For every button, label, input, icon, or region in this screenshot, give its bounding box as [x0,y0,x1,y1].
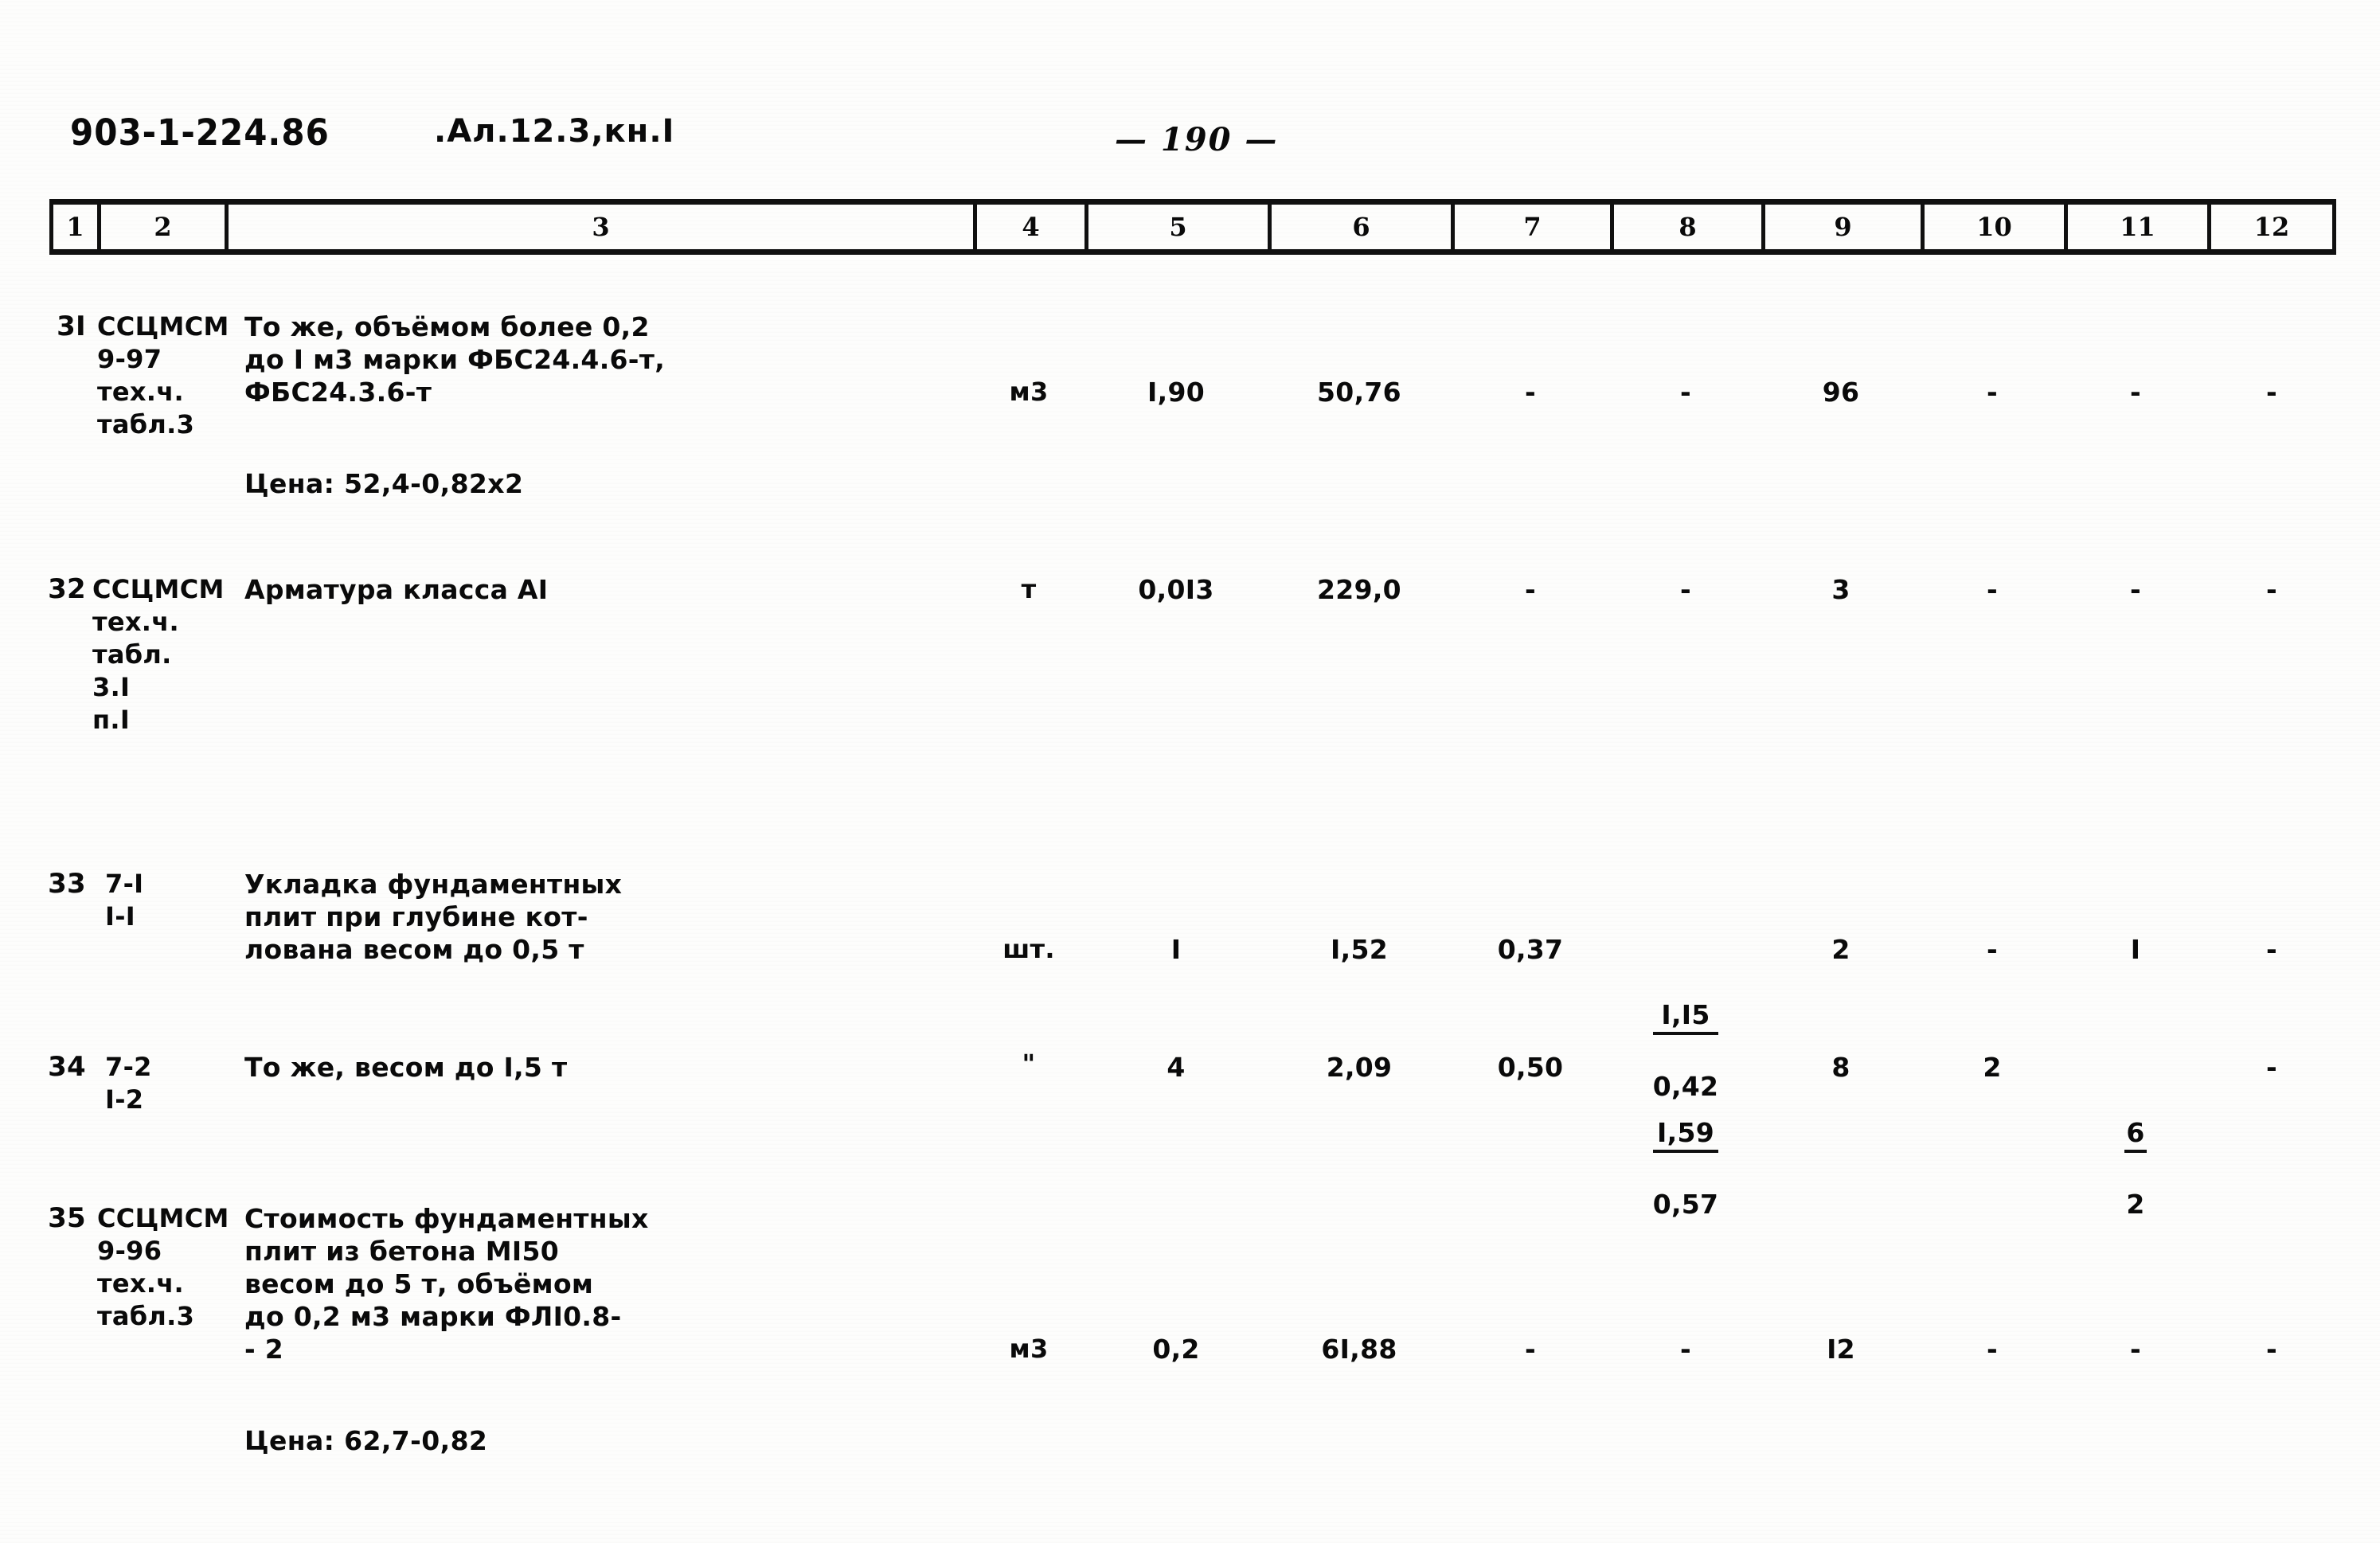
row-col7: - [1525,574,1536,605]
row-unit: м3 [1009,1334,1049,1364]
row-unit: т [1021,574,1037,604]
row-col11: - [2130,574,2141,605]
document-header: 903-1-224.86 .Ал.12.3,кн.I — 190 — [0,111,2380,167]
row-col6: I,52 [1331,934,1388,965]
row-col9: I2 [1827,1334,1855,1365]
row-unit: " [1022,1049,1036,1079]
column-number-12: 12 [2207,205,2336,249]
column-number-6: 6 [1268,205,1451,249]
column-number-10: 10 [1921,205,2064,249]
column-number-3: 3 [225,205,973,249]
row-col12: - [2266,377,2277,408]
fraction-denominator: 0,57 [1652,1189,1719,1220]
row-col6: 229,0 [1317,574,1401,605]
row-code: 7-I I-I [105,869,144,932]
row-col6: 6I,88 [1321,1334,1397,1365]
column-number-7: 7 [1451,205,1610,249]
row-col11: - [2130,377,2141,408]
row-col10: - [1987,1334,1998,1365]
row-col7: 0,37 [1497,934,1564,965]
row-col5: 4 [1167,1052,1186,1083]
page-number: — 190 — [1115,121,1279,158]
document-code: 903-1-224.86 [70,111,330,154]
row-description: То же, весом до I,5 т [244,1052,568,1083]
column-number-8: 8 [1610,205,1761,249]
row-col9: 3 [1831,574,1850,605]
row-code: ССЦМСМ тех.ч. табл. 3.I п.I [92,574,225,735]
row-col5: 0,0I3 [1138,574,1214,605]
row-code: ССЦМСМ 9-96 тех.ч. табл.3 [97,1203,229,1331]
row-description: Стоимость фундаментных плит из бетона МI… [244,1203,649,1365]
fraction-numerator: I,I5 [1652,998,1719,1035]
row-code: 7-2 I-2 [105,1052,152,1115]
column-number-4: 4 [973,205,1084,249]
fraction-value: I,59 0,57 [1652,1084,1719,1253]
row-col8: - [1680,574,1691,605]
row-col11: I [2130,934,2141,965]
row-code: ССЦМСМ 9-97 тех.ч. табл.3 [97,311,229,439]
estimate-table: 1 2 3 4 5 6 7 8 9 10 11 12 3I ССЦМСМ 9-9… [48,199,2336,1497]
row-col12: - [2266,934,2277,965]
row-col7: - [1525,1334,1536,1365]
row-description: Арматура класса AI [244,574,549,605]
row-index: 35 [48,1202,86,1234]
row-col12: - [2266,574,2277,605]
album-reference: .Ал.12.3,кн.I [434,113,675,150]
row-col12: - [2266,1334,2277,1365]
row-col8: - [1680,1334,1691,1365]
column-number-row: 1 2 3 4 5 6 7 8 9 10 11 12 [49,205,2336,249]
row-unit: шт. [1002,934,1055,964]
fraction-numerator: 6 [2124,1116,2147,1153]
fraction-denominator: 2 [2126,1189,2145,1220]
row-col10: 2 [1983,1052,2002,1083]
row-col7: 0,50 [1497,1052,1564,1083]
row-col5: 0,2 [1152,1334,1200,1365]
column-number-5: 5 [1084,205,1268,249]
row-col10: - [1987,574,1998,605]
row-col5: I [1170,934,1182,965]
table-body: 3I ССЦМСМ 9-97 тех.ч. табл.3 То же, объё… [48,255,2336,1497]
row-description: Укладка фундаментных плит при глубине ко… [244,869,623,965]
row-unit: м3 [1009,377,1049,407]
column-number-1: 1 [49,205,97,249]
row-col6: 50,76 [1317,377,1401,408]
column-number-2: 2 [97,205,225,249]
row-col6: 2,09 [1326,1052,1393,1083]
row-col11: 6 2 [2064,1051,2207,1253]
row-col5: I,90 [1147,377,1205,408]
row-col10: - [1987,934,1998,965]
row-col12: - [2266,1052,2277,1083]
row-price-note: Цена: 52,4-0,82x2 [244,468,524,499]
row-col11: - [2130,1334,2141,1365]
row-col9: 2 [1831,934,1850,965]
row-col9: 8 [1831,1052,1850,1083]
row-col7: - [1525,377,1536,408]
fraction-value: 6 2 [2124,1084,2147,1253]
row-index: 33 [48,868,86,900]
row-col8: - [1680,377,1691,408]
column-number-9: 9 [1761,205,1921,249]
document-page: 903-1-224.86 .Ал.12.3,кн.I — 190 — 1 2 3… [0,0,2380,1543]
row-description: То же, объёмом более 0,2 до I м3 марки Ф… [244,311,666,408]
table-top-rule [49,199,2336,205]
column-number-11: 11 [2064,205,2207,249]
row-col8: I,59 0,57 [1610,1051,1761,1253]
table-header-bottom-rule [49,249,2336,255]
row-index: 34 [48,1051,86,1083]
row-col10: - [1987,377,1998,408]
fraction-numerator: I,59 [1652,1116,1719,1153]
row-index: 3I [57,311,86,342]
row-index: 32 [48,573,86,605]
row-price-note: Цена: 62,7-0,82 [244,1425,488,1456]
row-col9: 96 [1822,377,1860,408]
